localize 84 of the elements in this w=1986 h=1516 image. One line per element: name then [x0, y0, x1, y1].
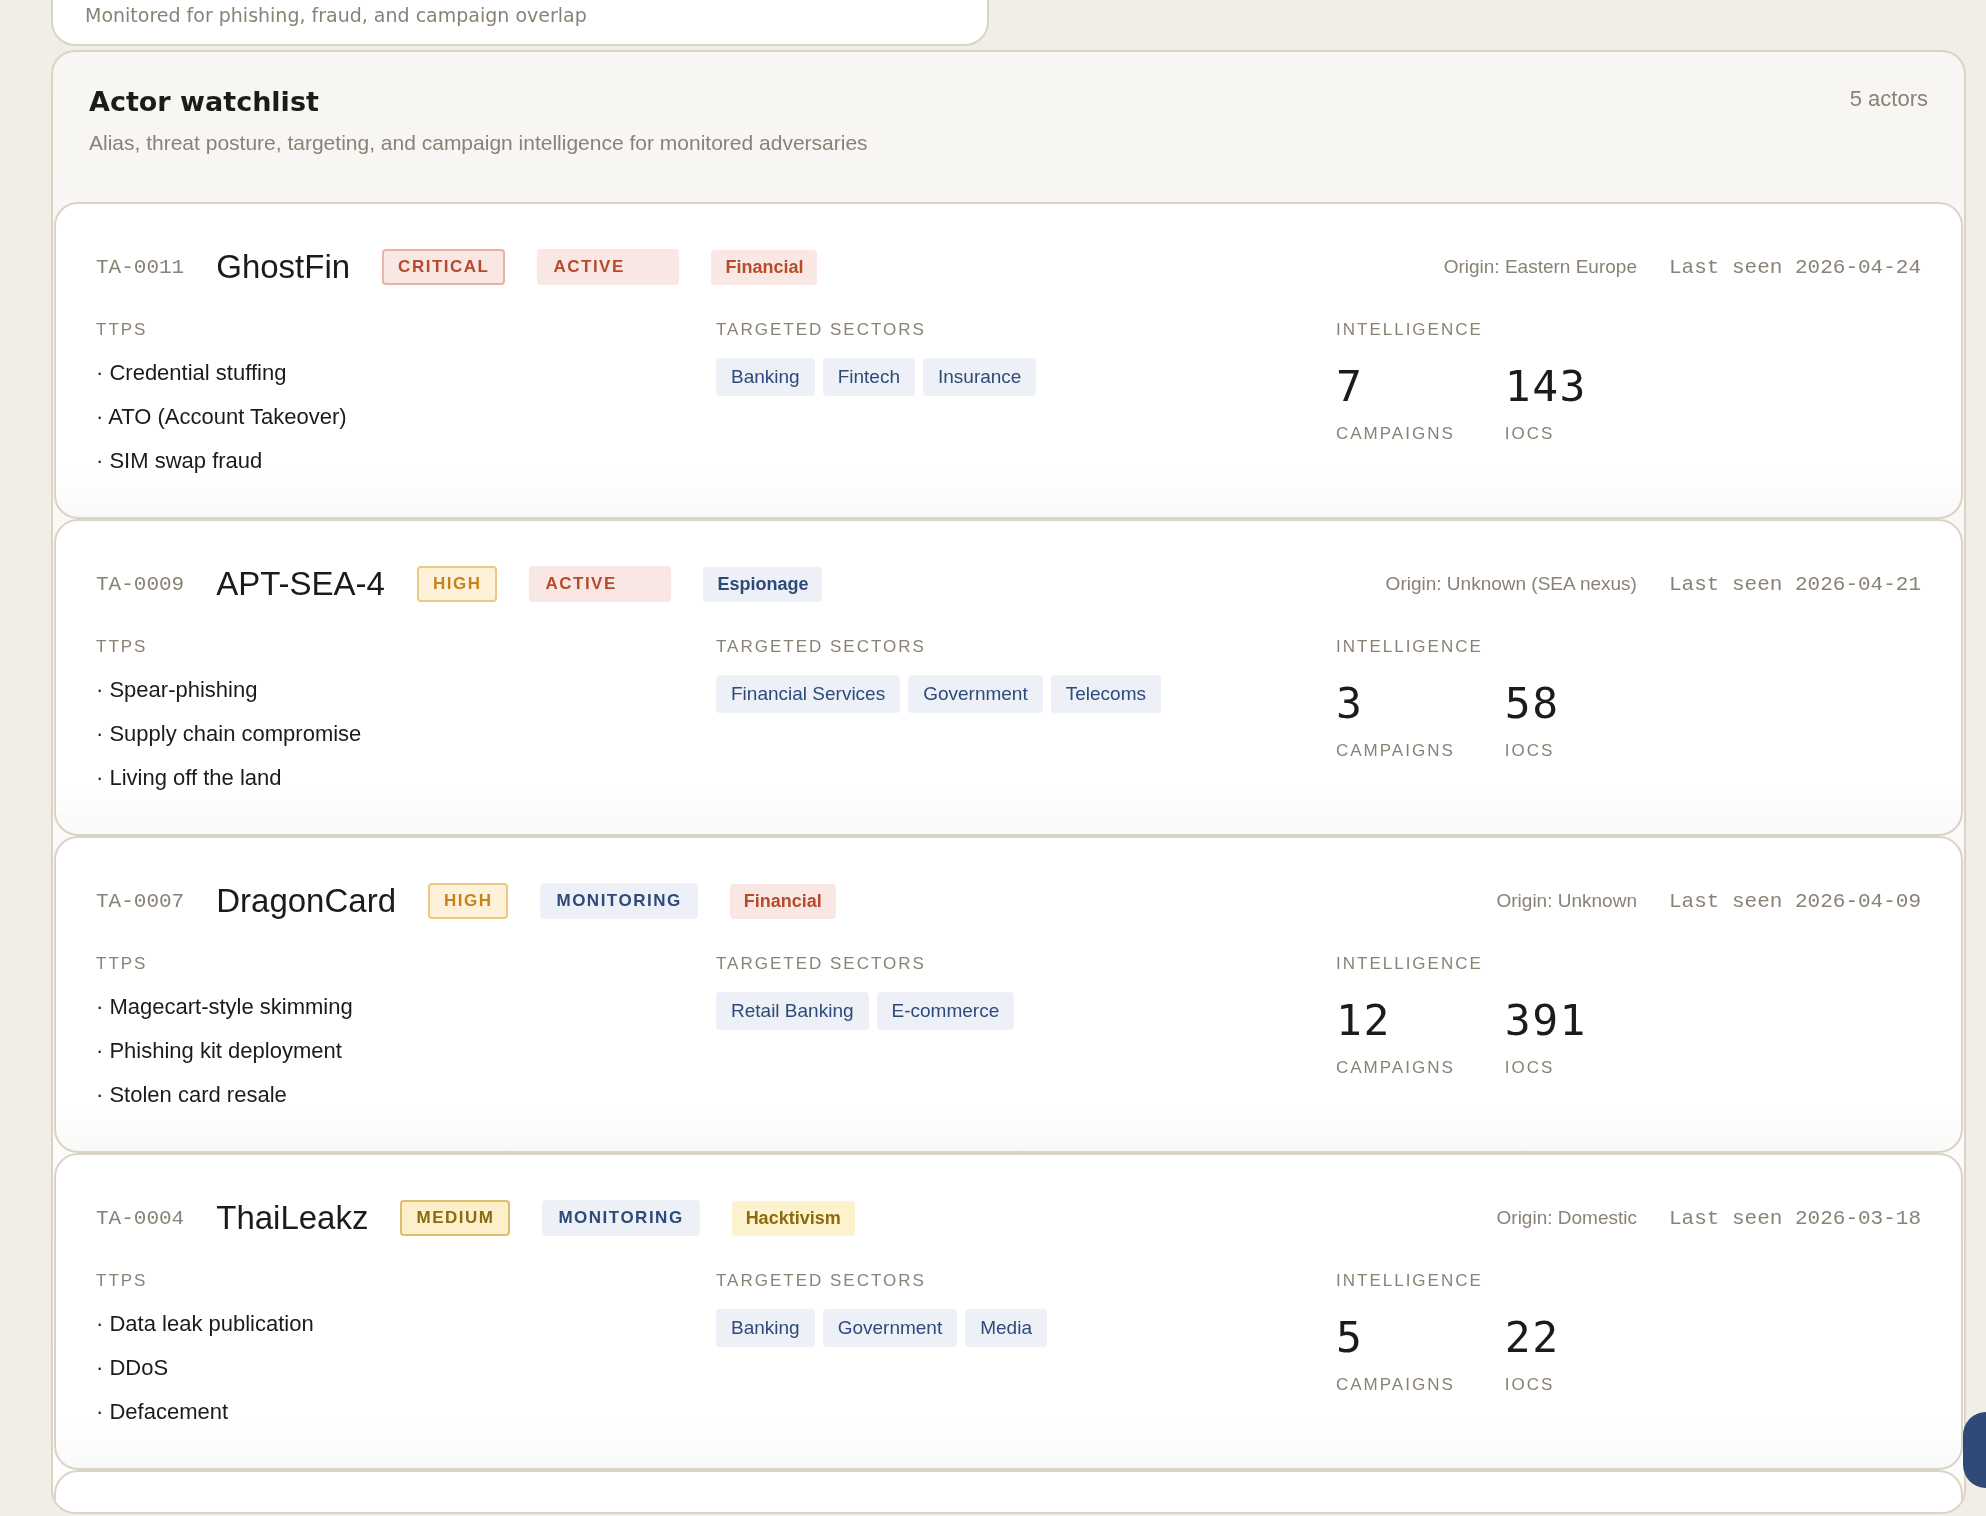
sector-tag: Media — [965, 1309, 1047, 1347]
last-seen: Last seen 2026-04-24 — [1668, 255, 1921, 279]
sector-tag: Financial Services — [716, 675, 901, 713]
section-title: Actor watchlist — [89, 86, 320, 117]
campaign-count: 12 — [1336, 994, 1392, 1047]
column-label: INTELLIGENCE — [1336, 954, 1484, 974]
category-tag: Espionage — [703, 566, 823, 602]
ttp-item: · DDoS — [96, 1354, 170, 1382]
column-label: INTELLIGENCE — [1336, 637, 1484, 657]
sector-tag: Insurance — [923, 358, 1037, 396]
actor-id: TA-0009 — [96, 572, 185, 596]
campaign-count: 5 — [1336, 1311, 1365, 1364]
last-seen: Last seen 2026-03-18 — [1668, 1206, 1921, 1230]
actor-count: 5 actors — [1849, 86, 1928, 113]
stat-label: IOCS — [1504, 424, 1556, 444]
column-label: TARGETED SECTORS — [716, 954, 927, 974]
sector-tag: Banking — [716, 358, 815, 396]
column-label: TTPS — [96, 320, 149, 340]
panel-subtitle: Monitored for phishing, fraud, and campaign overlap — [85, 4, 588, 26]
origin-text: Origin: Unknown (SEA nexus) — [1385, 573, 1637, 595]
ioc-count: 143 — [1504, 360, 1588, 413]
column-label: TARGETED SECTORS — [716, 320, 927, 340]
column-label: TTPS — [96, 954, 149, 974]
ttp-item: · Credential stuffing — [96, 359, 288, 387]
ttp-item: · Living off the land — [96, 764, 283, 792]
stat-label: IOCS — [1504, 1058, 1556, 1078]
actor-name: APT-SEA-4 — [216, 565, 385, 603]
origin-text: Origin: Eastern Europe — [1443, 256, 1637, 278]
stat-label: IOCS — [1504, 741, 1556, 761]
category-tag: Financial — [711, 249, 818, 285]
actor-id: TA-0011 — [96, 255, 185, 279]
stat-label: CAMPAIGNS — [1336, 1058, 1455, 1078]
status-badge: MONITORING — [540, 883, 698, 919]
floating-button[interactable] — [1963, 1412, 1986, 1488]
column-label: TTPS — [96, 637, 149, 657]
actor-name: ThaiLeakz — [216, 1199, 369, 1237]
sector-tag: Banking — [716, 1309, 815, 1347]
status-badge: ACTIVE — [529, 566, 672, 602]
stat-label: CAMPAIGNS — [1336, 1375, 1455, 1395]
ttp-item: · Phishing kit deployment — [96, 1037, 343, 1065]
ttp-item: · SIM swap fraud — [96, 447, 264, 475]
origin-text: Origin: Domestic — [1496, 1207, 1637, 1229]
ttp-item: · Magecart-style skimming — [96, 993, 354, 1021]
ttp-item: · Defacement — [96, 1398, 230, 1426]
last-seen: Last seen 2026-04-21 — [1668, 572, 1921, 596]
ttp-item: · Data leak publication — [96, 1310, 315, 1338]
sector-tag: Fintech — [822, 358, 915, 396]
column-label: INTELLIGENCE — [1336, 1271, 1484, 1291]
actor-name: GhostFin — [216, 248, 351, 286]
severity-badge: MEDIUM — [400, 1200, 511, 1236]
severity-badge: HIGH — [428, 883, 509, 919]
category-tag: Financial — [729, 883, 836, 919]
campaign-count: 3 — [1336, 677, 1365, 730]
column-label: TARGETED SECTORS — [716, 1271, 927, 1291]
stat-label: CAMPAIGNS — [1336, 741, 1455, 761]
sector-tag: Retail Banking — [716, 992, 869, 1030]
ttp-item: · ATO (Account Takeover) — [96, 403, 348, 431]
actor-id: TA-0007 — [96, 889, 185, 913]
stat-label: IOCS — [1504, 1375, 1556, 1395]
last-seen: Last seen 2026-04-09 — [1668, 889, 1921, 913]
status-badge: ACTIVE — [537, 249, 680, 285]
origin-text: Origin: Unknown — [1496, 890, 1637, 912]
sector-tag: Government — [908, 675, 1043, 713]
status-badge: MONITORING — [542, 1200, 700, 1236]
ioc-count: 22 — [1504, 1311, 1561, 1364]
ttp-item: · Spear-phishing — [96, 676, 259, 704]
actor-name: DragonCard — [216, 882, 396, 920]
ioc-count: 58 — [1504, 677, 1561, 730]
ttp-item: · Stolen card resale — [96, 1081, 288, 1109]
sector-tag: Government — [822, 1309, 958, 1347]
ioc-count: 391 — [1504, 994, 1588, 1047]
category-tag: Hacktivism — [731, 1200, 855, 1236]
ttp-item: · Supply chain compromise — [96, 720, 363, 748]
column-label: INTELLIGENCE — [1336, 320, 1484, 340]
column-label: TARGETED SECTORS — [716, 637, 927, 657]
severity-badge: CRITICAL — [382, 249, 506, 285]
severity-badge: HIGH — [416, 566, 498, 602]
section-subtitle: Alias, threat posture, targeting, and campaign intelligence for monitored adversaries — [89, 131, 868, 155]
campaign-count: 7 — [1336, 360, 1365, 413]
column-label: TTPS — [96, 1271, 149, 1291]
sector-tag: Telecoms — [1050, 675, 1161, 713]
sector-tag: E-commerce — [876, 992, 1015, 1030]
actor-id: TA-0004 — [96, 1206, 185, 1230]
stat-label: CAMPAIGNS — [1336, 424, 1455, 444]
